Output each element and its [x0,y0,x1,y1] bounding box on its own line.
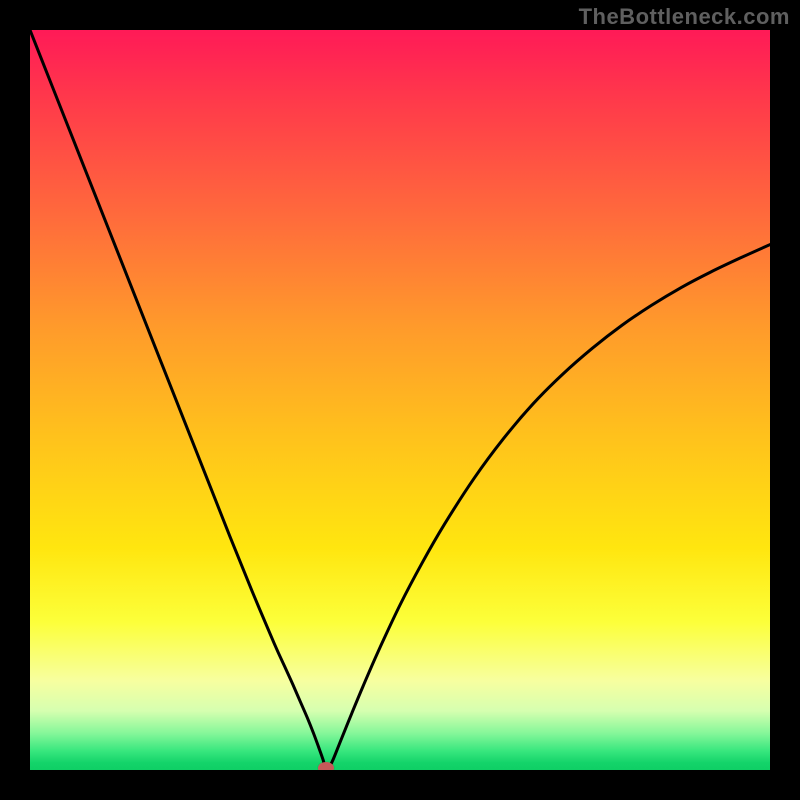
chart-frame: TheBottleneck.com [0,0,800,800]
plot-area [30,30,770,770]
bottleneck-curve [30,30,770,770]
watermark-text: TheBottleneck.com [579,4,790,30]
minimum-marker [318,762,334,770]
